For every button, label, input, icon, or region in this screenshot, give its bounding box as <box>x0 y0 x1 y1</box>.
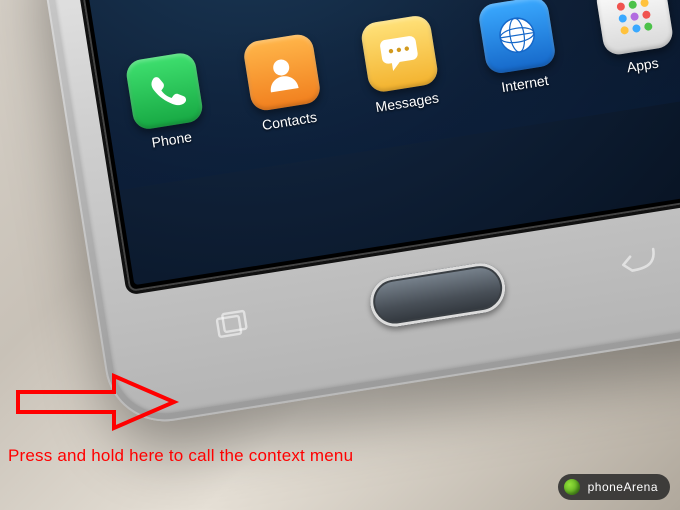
watermark-badge: phoneArena <box>558 474 670 500</box>
app-apps[interactable]: Apps <box>586 0 680 80</box>
apps-icon <box>595 0 675 57</box>
contacts-icon <box>242 32 322 112</box>
app-messages[interactable]: Messages <box>351 12 452 117</box>
messages-icon <box>359 14 439 94</box>
back-button[interactable] <box>617 244 661 281</box>
app-internet[interactable]: Internet <box>468 0 569 98</box>
photo-scene: @ Email Camera <box>0 0 680 510</box>
phone-icon <box>124 51 204 131</box>
app-phone[interactable]: Phone <box>115 50 216 155</box>
app-email[interactable]: @ Email <box>91 0 192 2</box>
recent-apps-button[interactable] <box>214 308 253 346</box>
home-button[interactable] <box>367 259 509 330</box>
app-contacts[interactable]: Contacts <box>233 31 334 136</box>
annotation-text: Press and hold here to call the context … <box>8 446 353 466</box>
watermark-text: phoneArena <box>588 480 658 494</box>
annotation-arrow <box>14 356 184 453</box>
internet-icon <box>477 0 557 75</box>
